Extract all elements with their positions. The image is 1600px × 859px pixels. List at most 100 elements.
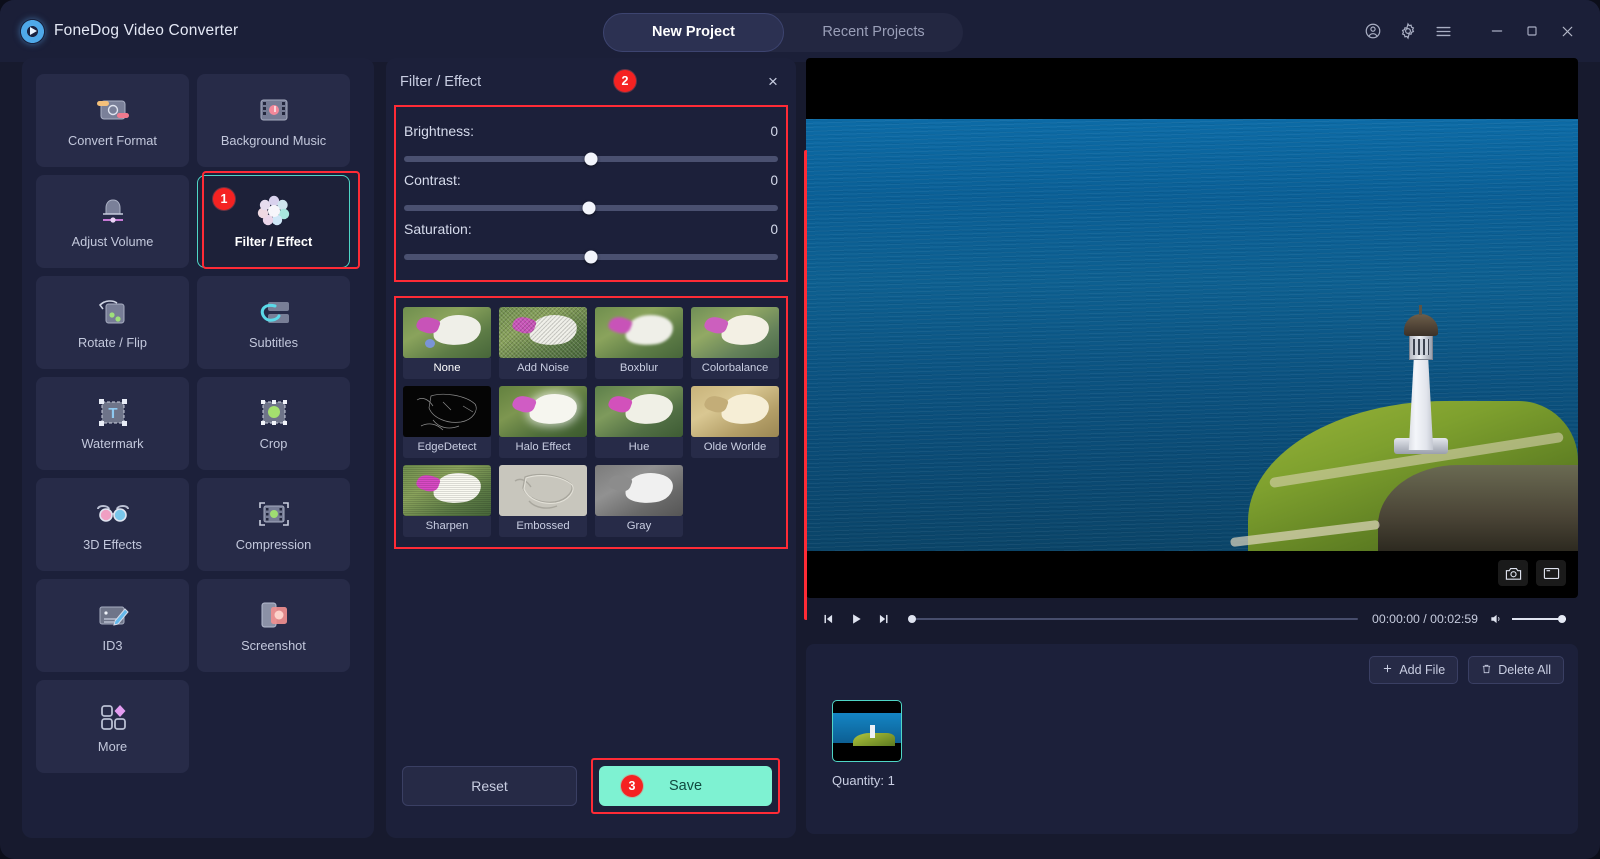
filter-preset-add-noise[interactable]: Add Noise <box>499 307 587 379</box>
play-icon[interactable] <box>846 609 866 629</box>
preview-lighthouse <box>1390 300 1452 450</box>
filter-thumbnail <box>499 386 587 437</box>
sidebar-item-adjust-volume[interactable]: Adjust Volume <box>36 175 189 268</box>
compression-icon <box>254 497 294 531</box>
add-file-button[interactable]: Add File <box>1369 656 1458 684</box>
slider-track[interactable] <box>404 205 778 211</box>
maximize-icon[interactable] <box>1517 16 1547 46</box>
tab-recent-projects[interactable]: Recent Projects <box>784 13 963 52</box>
close-icon[interactable] <box>1552 16 1582 46</box>
fullscreen-icon[interactable] <box>1536 560 1566 586</box>
account-icon[interactable] <box>1358 16 1388 46</box>
player-controls: 00:00:00 / 00:02:59 <box>806 598 1578 640</box>
plus-icon <box>1382 663 1393 677</box>
reset-button[interactable]: Reset <box>402 766 577 806</box>
filter-label: Gray <box>595 516 683 537</box>
skip-previous-icon[interactable] <box>818 609 838 629</box>
tab-new-project[interactable]: New Project <box>603 13 784 52</box>
slider-knob[interactable] <box>583 202 596 215</box>
sidebar-item-label: Crop <box>260 436 288 451</box>
sidebar-item-rotate-flip[interactable]: Rotate / Flip <box>36 276 189 369</box>
watermark-icon: T <box>93 396 133 430</box>
slider-label: Contrast: <box>404 172 461 188</box>
sidebar-item-label: Watermark <box>81 436 143 451</box>
volume-handle[interactable] <box>1558 615 1566 623</box>
filter-preset-halo-effect[interactable]: Halo Effect <box>499 386 587 458</box>
preview-buttons <box>1498 560 1566 586</box>
file-item[interactable]: Quantity: 1 <box>832 700 904 788</box>
filter-label: Boxblur <box>595 358 683 379</box>
filter-presets-grid: None Add Noise Boxblur <box>394 296 788 549</box>
adjustment-sliders-group: Brightness: 0 Contrast: 0 Saturation: <box>394 105 788 282</box>
filter-preset-boxblur[interactable]: Boxblur <box>595 307 683 379</box>
add-file-label: Add File <box>1399 663 1445 677</box>
filter-effect-panel: Filter / Effect 2 × Brightness: 0 Contra… <box>386 58 796 838</box>
subtitles-icon <box>254 295 294 329</box>
volume-control <box>1486 609 1566 629</box>
panel-header: Filter / Effect 2 × <box>386 58 796 105</box>
slider-saturation: Saturation: 0 <box>404 215 778 264</box>
sidebar-item-background-music[interactable]: Background Music <box>197 74 350 167</box>
slider-knob[interactable] <box>585 153 598 166</box>
preview-cliff <box>1378 465 1578 551</box>
file-list-panel: Add File Delete All Quanti <box>806 644 1578 834</box>
sidebar-item-convert-format[interactable]: Convert Format <box>36 74 189 167</box>
step-badge-3: 3 <box>621 775 643 797</box>
close-panel-button[interactable]: × <box>763 71 783 91</box>
sidebar-item-screenshot[interactable]: Screenshot <box>197 579 350 672</box>
filter-label: Olde Worlde <box>691 437 779 458</box>
video-preview[interactable] <box>806 58 1578 598</box>
slider-knob[interactable] <box>585 251 598 264</box>
application-window: FoneDog Video Converter New Project Rece… <box>0 0 1600 859</box>
svg-text:T: T <box>108 405 117 422</box>
filter-preset-olde-worlde[interactable]: Olde Worlde <box>691 386 779 458</box>
slider-contrast: Contrast: 0 <box>404 166 778 215</box>
filter-preset-none[interactable]: None <box>403 307 491 379</box>
sidebar-item-more[interactable]: More <box>36 680 189 773</box>
volume-icon[interactable] <box>1486 609 1506 629</box>
skip-next-icon[interactable] <box>874 609 894 629</box>
camera-icon[interactable] <box>1498 560 1528 586</box>
save-button[interactable]: 3 Save <box>599 766 772 806</box>
filter-thumbnail <box>691 307 779 358</box>
seek-bar[interactable] <box>908 610 1358 628</box>
crop-icon <box>254 396 294 430</box>
seek-handle[interactable] <box>908 615 916 623</box>
slider-track[interactable] <box>404 254 778 260</box>
sidebar-item-label: Rotate / Flip <box>78 335 147 350</box>
filter-thumbnail <box>499 307 587 358</box>
panel-actions: Reset 3 Save <box>386 758 796 814</box>
filter-thumbnail <box>403 386 491 437</box>
3d-effects-icon <box>93 497 133 531</box>
sidebar-item-id3[interactable]: ID3 <box>36 579 189 672</box>
seek-track <box>908 618 1358 620</box>
filter-label: Sharpen <box>403 516 491 537</box>
filter-preset-gray[interactable]: Gray <box>595 465 683 537</box>
file-thumbnail[interactable] <box>832 700 902 762</box>
minimize-icon[interactable] <box>1482 16 1512 46</box>
menu-icon[interactable] <box>1428 16 1458 46</box>
filter-thumbnail <box>403 307 491 358</box>
slider-value: 0 <box>770 222 778 237</box>
filter-preset-embossed[interactable]: Embossed <box>499 465 587 537</box>
sidebar-item-subtitles[interactable]: Subtitles <box>197 276 350 369</box>
tools-sidebar: Convert Format Background Music <box>22 58 374 838</box>
slider-track[interactable] <box>404 156 778 162</box>
slider-brightness: Brightness: 0 <box>404 117 778 166</box>
play-circle-icon <box>20 19 45 44</box>
sidebar-item-crop[interactable]: Crop <box>197 377 350 470</box>
quantity-label: Quantity: 1 <box>832 773 904 788</box>
sidebar-item-3d-effects[interactable]: 3D Effects <box>36 478 189 571</box>
filter-preset-sharpen[interactable]: Sharpen <box>403 465 491 537</box>
volume-slider[interactable] <box>1512 618 1566 620</box>
sidebar-item-watermark[interactable]: T Watermark <box>36 377 189 470</box>
tool-grid: Convert Format Background Music <box>36 74 360 773</box>
gear-icon[interactable] <box>1393 16 1423 46</box>
filter-preset-edgedetect[interactable]: EdgeDetect <box>403 386 491 458</box>
filter-preset-hue[interactable]: Hue <box>595 386 683 458</box>
filter-preset-colorbalance[interactable]: Colorbalance <box>691 307 779 379</box>
sidebar-item-label: Compression <box>236 537 311 552</box>
delete-all-button[interactable]: Delete All <box>1468 656 1564 684</box>
slider-value: 0 <box>770 124 778 139</box>
sidebar-item-compression[interactable]: Compression <box>197 478 350 571</box>
